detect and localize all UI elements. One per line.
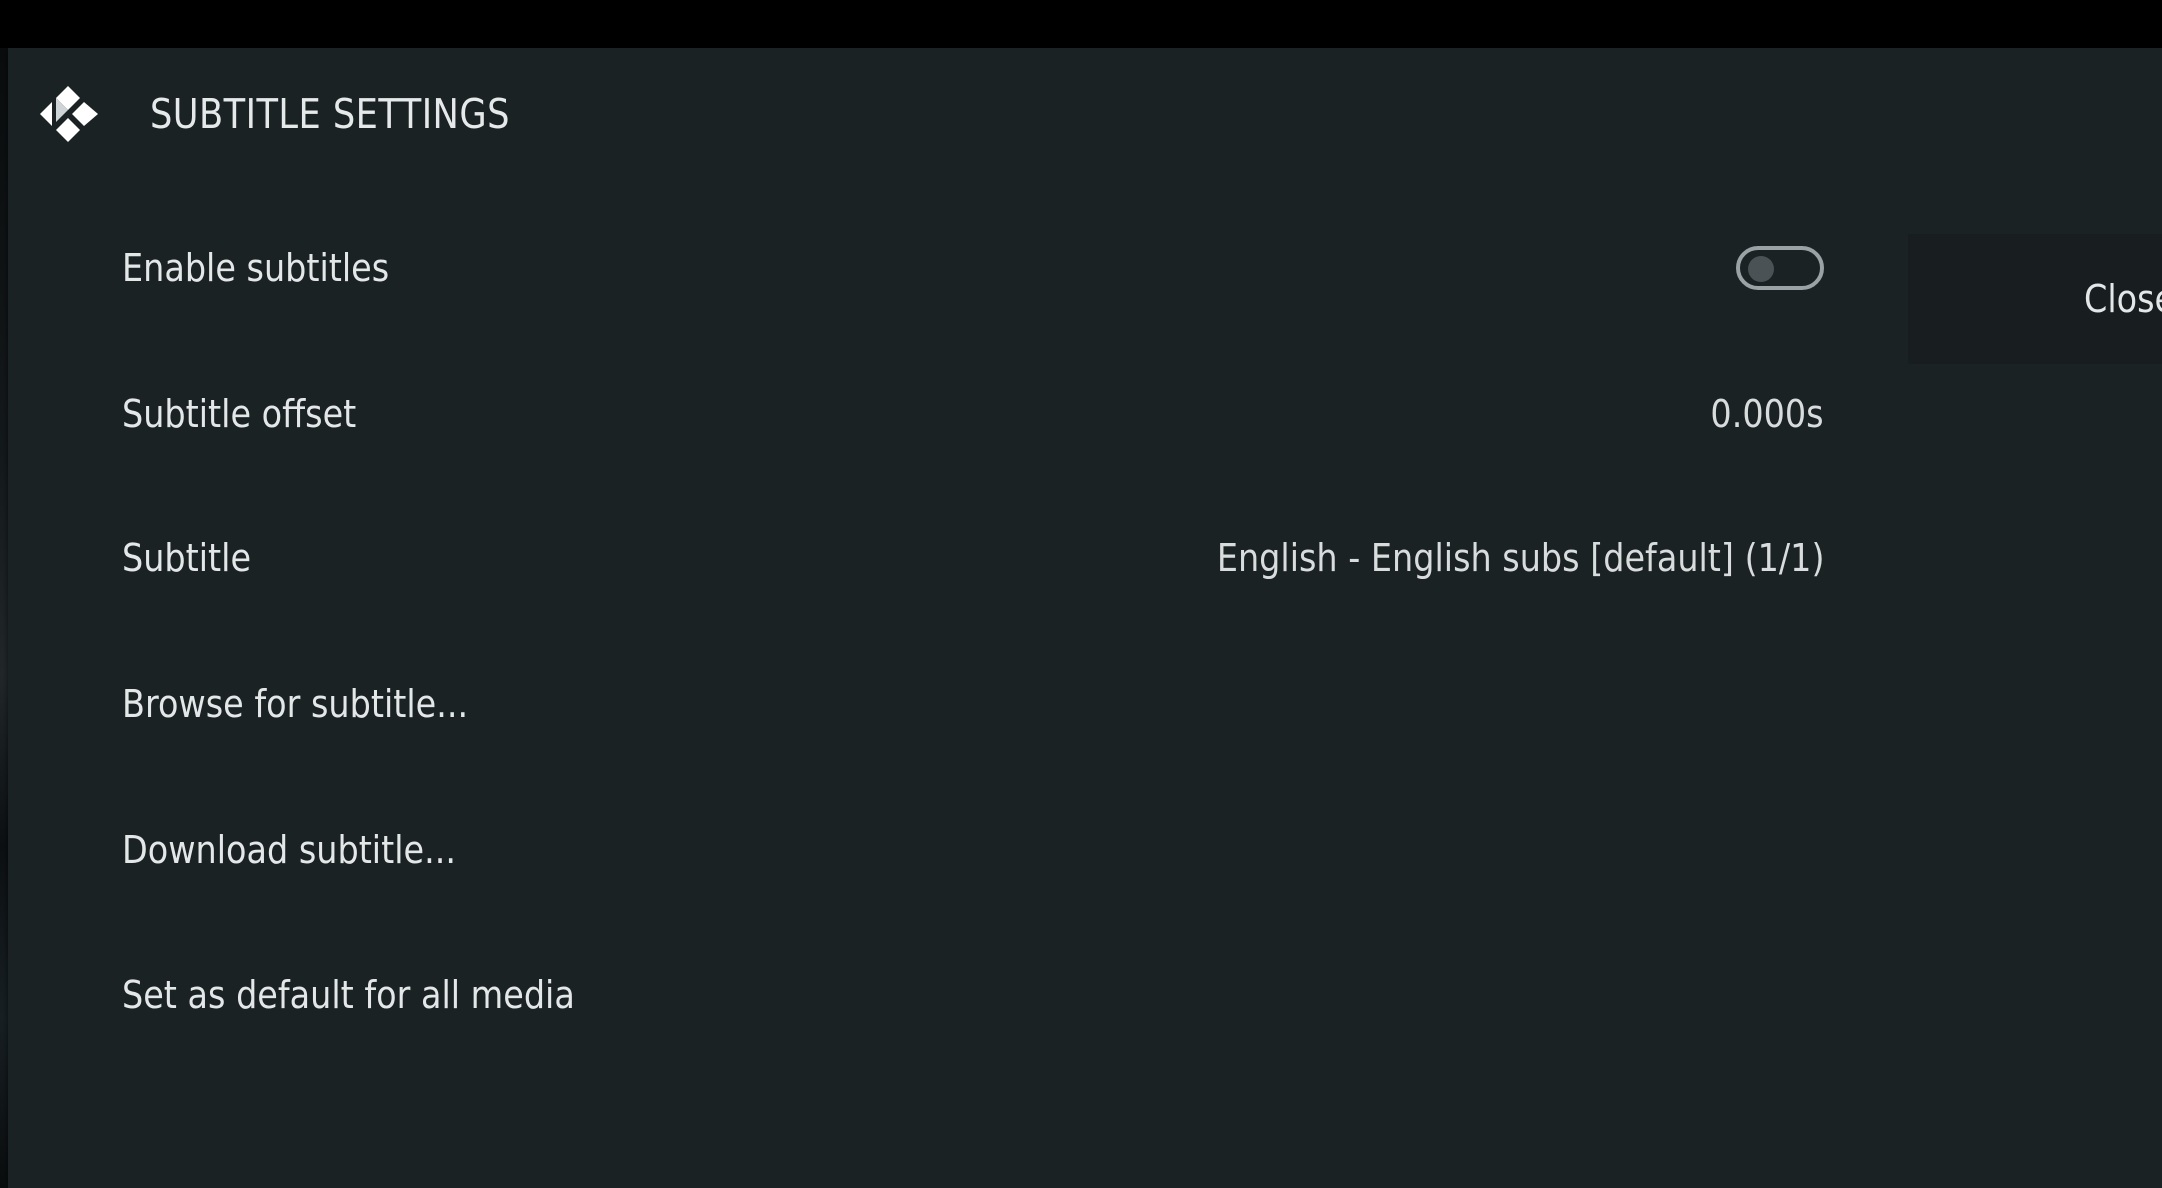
subtitle-stream-value: English - English subs [default] (1/1) xyxy=(1216,536,1824,580)
setting-label: Set as default for all media xyxy=(122,973,575,1017)
close-button[interactable]: Close xyxy=(2084,234,2162,364)
background-top xyxy=(0,0,2162,48)
setting-browse-subtitle[interactable]: Browse for subtitle... xyxy=(114,644,1824,764)
enable-subtitles-toggle[interactable] xyxy=(1736,246,1824,290)
dialog-title: SUBTITLE SETTINGS xyxy=(150,90,510,138)
setting-label: Browse for subtitle... xyxy=(122,682,469,726)
subtitle-offset-value: 0.000s xyxy=(1710,392,1824,436)
dialog-header: SUBTITLE SETTINGS xyxy=(8,48,2162,178)
setting-label: Subtitle offset xyxy=(122,392,357,436)
setting-subtitle[interactable]: Subtitle English - English subs [default… xyxy=(114,498,1824,618)
setting-label: Subtitle xyxy=(122,536,252,580)
setting-enable-subtitles[interactable]: Enable subtitles xyxy=(114,208,1824,328)
setting-label: Enable subtitles xyxy=(122,246,390,290)
setting-download-subtitle[interactable]: Download subtitle... xyxy=(114,790,1824,910)
setting-set-default[interactable]: Set as default for all media xyxy=(114,935,1824,1055)
setting-subtitle-offset[interactable]: Subtitle offset 0.000s xyxy=(114,354,1824,474)
toggle-knob xyxy=(1748,256,1774,282)
background-video-edge xyxy=(0,48,8,1188)
kodi-logo-icon xyxy=(40,86,98,142)
subtitle-settings-dialog: SUBTITLE SETTINGS Enable subtitles Subti… xyxy=(8,48,2162,1188)
setting-label: Download subtitle... xyxy=(122,828,456,872)
